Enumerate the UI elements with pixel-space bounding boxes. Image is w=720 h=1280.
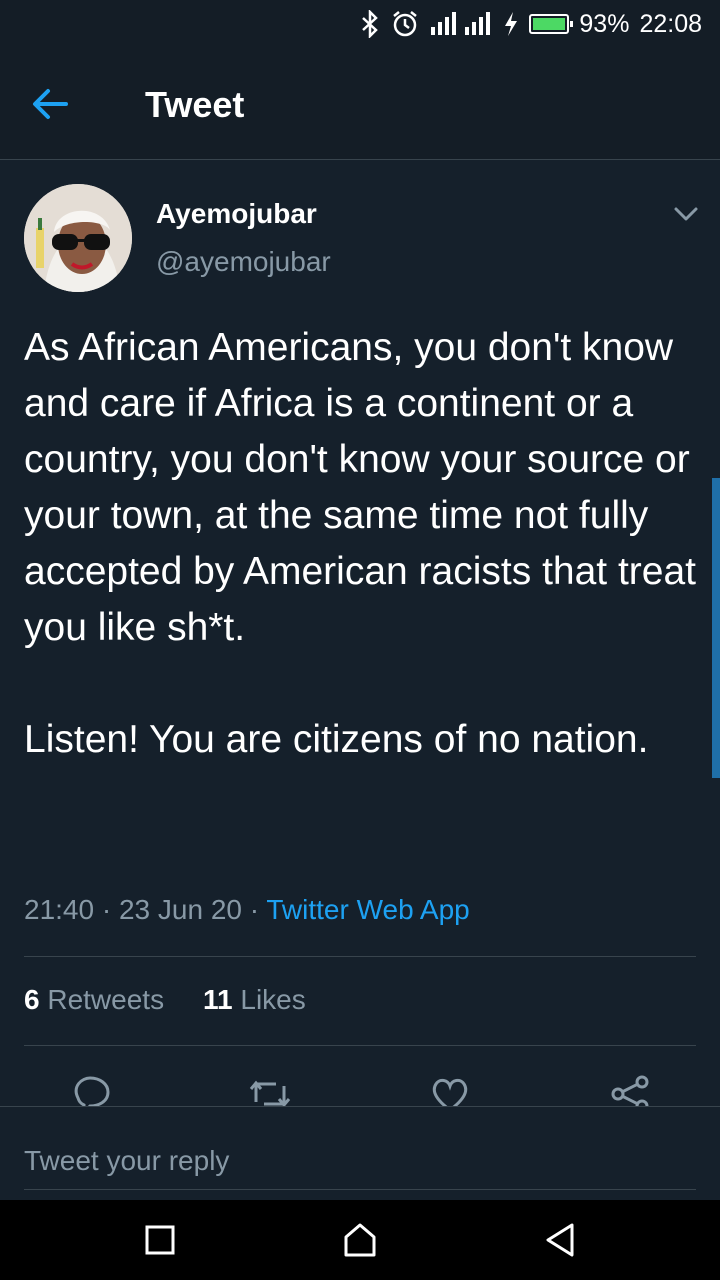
reply-icon[interactable] [68,1072,112,1106]
retweet-icon[interactable] [248,1072,292,1106]
alarm-icon [391,9,419,39]
signal-icon [429,9,493,39]
battery-percent: 93% [579,9,630,38]
tweet-actions [0,1064,720,1106]
like-icon[interactable] [428,1072,472,1106]
retweets-count: 6 [24,984,40,1015]
bluetooth-icon [359,9,381,39]
tweet-meta: 21:40 · 23 Jun 20 · Twitter Web App [24,894,470,925]
back-icon[interactable] [540,1220,580,1260]
page-title: Tweet [145,84,245,125]
app-bar: Tweet [0,48,720,160]
reply-bar [0,1106,720,1200]
back-arrow-icon[interactable] [30,84,82,124]
divider [24,956,696,957]
reply-input[interactable] [24,1133,696,1190]
likes-stat[interactable]: 11 Likes [203,984,306,1015]
tweet-stats: 6 Retweets 11 Likes [24,984,306,1016]
retweets-label: Retweets [47,984,165,1015]
tweet-source-link[interactable]: Twitter Web App [266,894,469,925]
divider [24,1045,696,1046]
likes-label: Likes [240,984,306,1015]
system-nav-bar [0,1200,720,1280]
charging-icon [503,9,519,39]
retweets-stat[interactable]: 6 Retweets [24,984,164,1015]
home-icon[interactable] [340,1220,380,1260]
recents-icon[interactable] [140,1220,180,1260]
author-name[interactable]: Ayemojubar [156,198,317,230]
author-handle[interactable]: @ayemojubar [156,246,331,278]
likes-count: 11 [202,984,233,1015]
battery-icon [529,14,574,34]
status-bar: 93% 22:08 [0,0,720,48]
scrollbar[interactable] [712,478,720,778]
share-icon[interactable] [608,1072,652,1106]
tweet-date: 23 Jun 20 [118,894,242,925]
chevron-down-icon[interactable] [670,200,702,228]
avatar[interactable] [24,184,132,292]
clock: 22:08 [639,9,702,38]
tweet-time: 21:40 [24,894,95,925]
tweet-text: As African Americans, you don't know and… [24,326,696,761]
